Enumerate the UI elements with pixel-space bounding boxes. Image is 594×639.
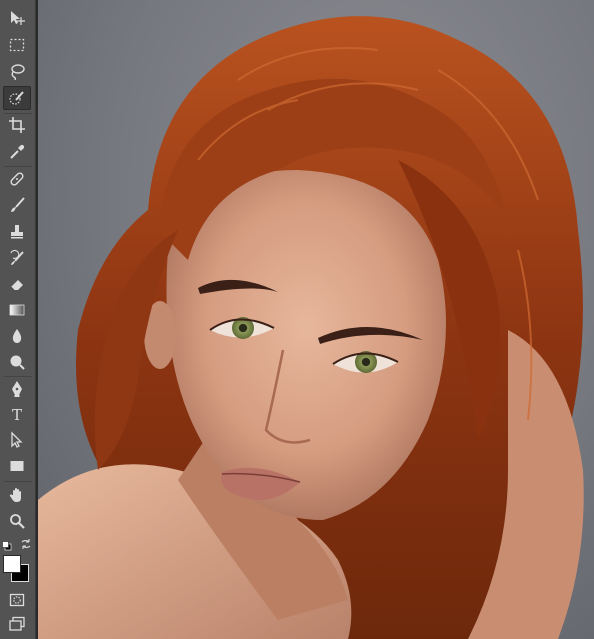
editor-window: T xyxy=(0,0,594,639)
image-canvas[interactable] xyxy=(38,0,594,639)
type-tool[interactable]: T xyxy=(3,403,31,427)
pen-icon xyxy=(12,381,22,397)
healing-brush-icon xyxy=(10,172,24,186)
crop-tool[interactable] xyxy=(3,113,31,137)
swap-colors-button[interactable] xyxy=(20,535,32,549)
quick-selection-tool[interactable] xyxy=(3,86,31,110)
screen-mode-icon xyxy=(9,616,25,631)
portrait-photo xyxy=(38,16,584,639)
clone-stamp-tool[interactable] xyxy=(3,220,31,244)
crop-icon xyxy=(9,117,25,133)
pen-tool[interactable] xyxy=(3,377,31,401)
lasso-tool[interactable] xyxy=(3,59,31,83)
blur-tool[interactable] xyxy=(3,324,31,348)
clone-stamp-icon xyxy=(11,225,23,239)
tool-separator xyxy=(4,481,32,482)
default-colors-icon xyxy=(2,541,12,551)
gradient-icon xyxy=(9,304,25,316)
gradient-tool[interactable] xyxy=(3,298,31,322)
move-icon xyxy=(11,11,25,25)
eraser-icon xyxy=(10,280,23,291)
rectangle-tool[interactable] xyxy=(3,454,31,478)
rectangle-shape-icon xyxy=(10,461,24,471)
eyedropper-icon xyxy=(10,144,25,159)
quick-selection-icon xyxy=(9,91,24,105)
history-brush-tool[interactable] xyxy=(3,246,31,270)
rectangular-marquee-icon xyxy=(9,38,25,52)
hand-tool[interactable] xyxy=(3,483,31,507)
tools-panel: T xyxy=(0,0,37,639)
eraser-tool[interactable] xyxy=(3,272,31,296)
quick-mask-icon xyxy=(9,593,25,607)
eyedropper-tool[interactable] xyxy=(3,140,31,164)
marquee-tool[interactable] xyxy=(3,33,31,57)
dodge-tool[interactable] xyxy=(3,350,31,374)
quick-mask-button[interactable] xyxy=(3,588,31,612)
swap-arrows-icon xyxy=(21,539,31,549)
path-selection-icon xyxy=(11,431,23,448)
default-colors-button[interactable] xyxy=(2,536,12,551)
history-brush-icon xyxy=(10,249,24,265)
type-icon: T xyxy=(11,405,22,424)
brush-tool[interactable] xyxy=(3,193,31,217)
move-tool[interactable] xyxy=(3,6,31,30)
healing-brush-tool[interactable] xyxy=(3,167,31,191)
dodge-icon xyxy=(10,355,25,370)
lasso-icon xyxy=(11,64,25,80)
brush-icon xyxy=(11,197,25,212)
blur-drop-icon xyxy=(12,329,22,343)
path-selection-tool[interactable] xyxy=(3,428,31,452)
zoom-icon xyxy=(10,514,25,529)
foreground-color-swatch[interactable] xyxy=(3,555,21,573)
zoom-tool[interactable] xyxy=(3,509,31,533)
hand-icon xyxy=(9,488,21,502)
screen-mode-button[interactable] xyxy=(3,612,31,636)
